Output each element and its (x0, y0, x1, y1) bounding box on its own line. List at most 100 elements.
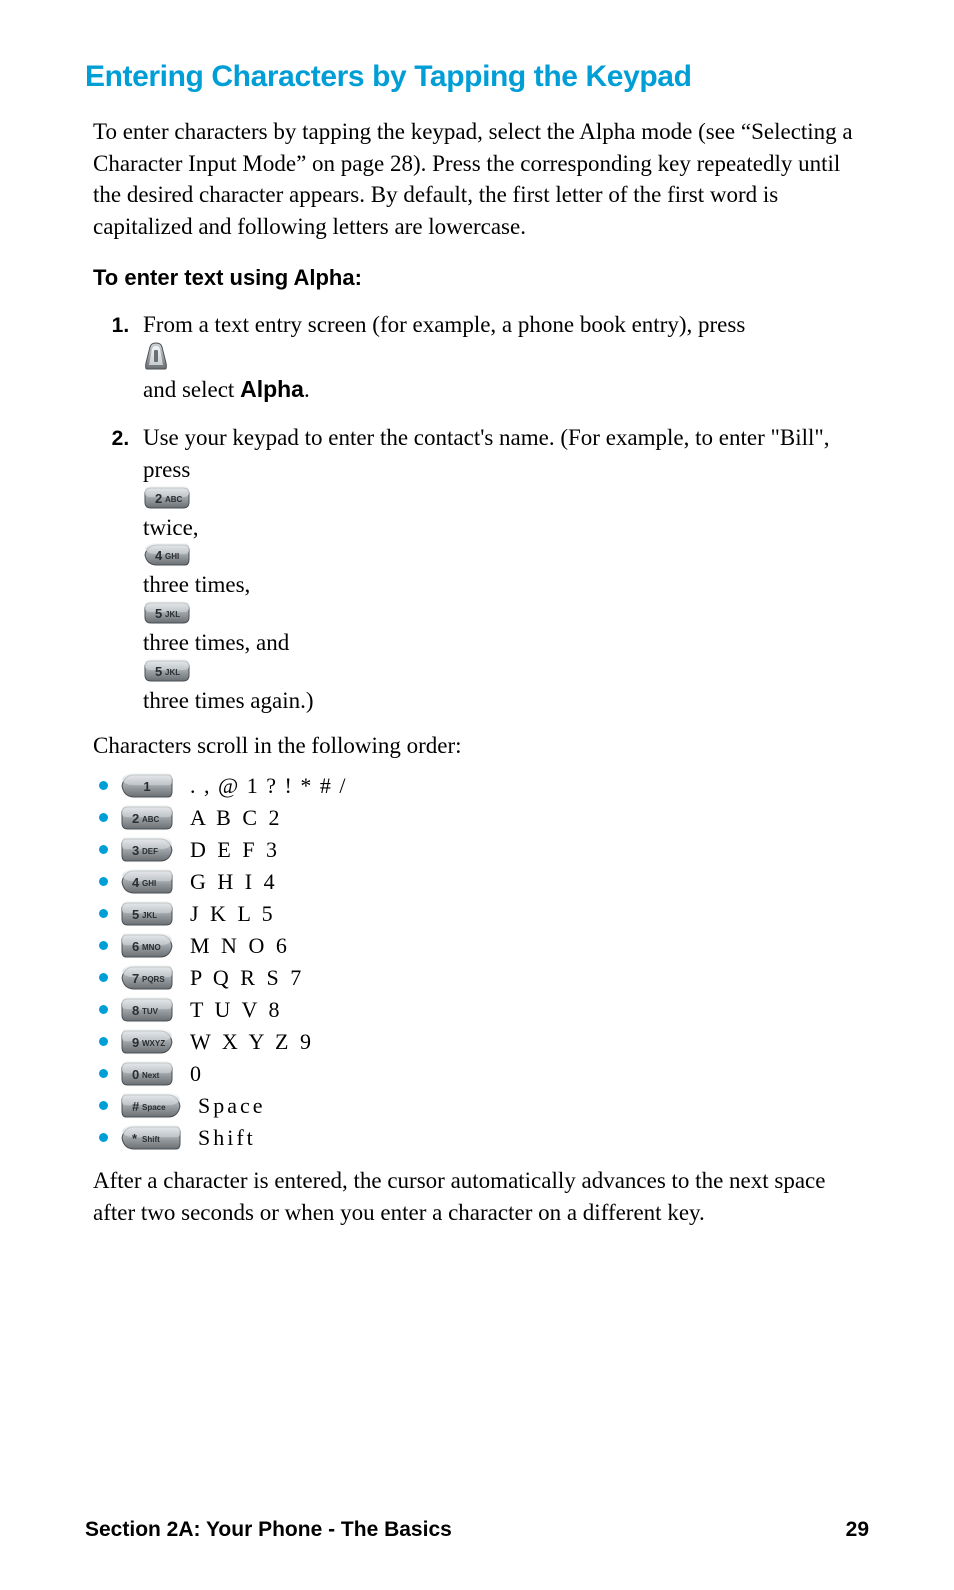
svg-text:5: 5 (155, 664, 162, 679)
step-2: Use your keypad to enter the contact's n… (135, 422, 869, 719)
keypad-key-icon: # Space (120, 1093, 182, 1119)
closing-paragraph: After a character is entered, the cursor… (93, 1165, 869, 1228)
svg-text:1: 1 (143, 779, 150, 794)
key-row: 0 Next 0 (93, 1061, 869, 1087)
svg-text:ABC: ABC (142, 815, 160, 824)
step-1-text-c: . (304, 377, 310, 402)
step-2-text-e: three times again.) (143, 688, 314, 713)
bullet-icon (99, 973, 108, 982)
key-characters: 0 (190, 1061, 204, 1087)
key-characters: A B C 2 (190, 805, 283, 831)
step-1: From a text entry screen (for example, a… (135, 309, 869, 408)
section-heading: Entering Characters by Tapping the Keypa… (85, 60, 869, 94)
svg-text:JKL: JKL (165, 668, 180, 677)
scroll-order-intro: Characters scroll in the following order… (93, 733, 869, 759)
bullet-icon (99, 813, 108, 822)
svg-text:4: 4 (155, 548, 163, 563)
page-footer: Section 2A: Your Phone - The Basics 29 (0, 1518, 954, 1542)
key-characters: M N O 6 (190, 933, 290, 959)
key-characters: D E F 3 (190, 837, 280, 863)
svg-text:8: 8 (132, 1003, 139, 1018)
keypad-key-icon: 4 GHI (120, 869, 174, 895)
bullet-icon (99, 1005, 108, 1014)
key-row: 1 . , @ 1 ? ! * # / (93, 773, 869, 799)
subheading: To enter text using Alpha: (93, 265, 869, 291)
svg-text:Next: Next (142, 1071, 160, 1080)
intro-paragraph: To enter characters by tapping the keypa… (93, 116, 869, 243)
svg-text:ABC: ABC (165, 495, 183, 504)
svg-text:2: 2 (132, 811, 139, 826)
svg-text:3: 3 (132, 843, 139, 858)
svg-text:JKL: JKL (142, 911, 157, 920)
keypad-key-icon: 8 TUV (120, 997, 174, 1023)
footer-page-number: 29 (846, 1518, 869, 1542)
svg-text:7: 7 (132, 971, 139, 986)
instruction-steps: From a text entry screen (for example, a… (93, 309, 869, 719)
bullet-icon (99, 1037, 108, 1046)
keypad-key-icon: 5 JKL (120, 901, 174, 927)
step-2-text-a: Use your keypad to enter the contact's n… (143, 425, 830, 482)
key-row: 7 PQRS P Q R S 7 (93, 965, 869, 991)
key-row: 6 MNO M N O 6 (93, 933, 869, 959)
svg-text:GHI: GHI (142, 879, 156, 888)
alpha-label: Alpha (240, 376, 304, 402)
keypad-key-icon: 0 Next (120, 1061, 174, 1087)
key-4ghi-icon: 4 GHI (143, 543, 869, 567)
bullet-icon (99, 845, 108, 854)
svg-text:TUV: TUV (142, 1007, 159, 1016)
step-2-text-c: three times, (143, 572, 250, 597)
key-row: 3 DEF D E F 3 (93, 837, 869, 863)
svg-text:4: 4 (132, 875, 140, 890)
keypad-key-icon: 3 DEF (120, 837, 174, 863)
key-row: 2 ABC A B C 2 (93, 805, 869, 831)
bullet-icon (99, 941, 108, 950)
svg-text:#: # (132, 1099, 140, 1114)
svg-text:MNO: MNO (142, 943, 161, 952)
bullet-icon (99, 781, 108, 790)
bullet-icon (99, 909, 108, 918)
key-characters: P Q R S 7 (190, 965, 304, 991)
bullet-icon (99, 877, 108, 886)
svg-text:0: 0 (132, 1067, 139, 1082)
key-row: 4 GHI G H I 4 (93, 869, 869, 895)
svg-text:5: 5 (132, 907, 139, 922)
menu-softkey-icon (143, 341, 869, 371)
step-2-text-b: twice, (143, 515, 199, 540)
manual-page: Entering Characters by Tapping the Keypa… (0, 0, 954, 1228)
key-characters: Shift (198, 1125, 256, 1151)
svg-text:9: 9 (132, 1035, 139, 1050)
key-5jkl-icon: 5 JKL (143, 601, 869, 625)
keypad-key-icon: 6 MNO (120, 933, 174, 959)
key-characters: W X Y Z 9 (190, 1029, 314, 1055)
key-row: 9 WXYZ W X Y Z 9 (93, 1029, 869, 1055)
key-row: 5 JKL J K L 5 (93, 901, 869, 927)
bullet-icon (99, 1069, 108, 1078)
step-1-text-a: From a text entry screen (for example, a… (143, 312, 745, 337)
key-row: * Shift Shift (93, 1125, 869, 1151)
step-2-text-d: three times, and (143, 630, 289, 655)
keypad-key-icon: 1 (120, 773, 174, 799)
svg-text:JKL: JKL (165, 610, 180, 619)
keypad-key-icon: 2 ABC (120, 805, 174, 831)
keypad-key-icon: 9 WXYZ (120, 1029, 174, 1055)
footer-section-label: Section 2A: Your Phone - The Basics (85, 1518, 452, 1542)
key-row: 8 TUV T U V 8 (93, 997, 869, 1023)
svg-text:WXYZ: WXYZ (142, 1039, 165, 1048)
keypad-key-icon: 7 PQRS (120, 965, 174, 991)
svg-text:PQRS: PQRS (142, 975, 165, 984)
key-characters: . , @ 1 ? ! * # / (190, 773, 347, 799)
svg-text:2: 2 (155, 491, 162, 506)
key-row: # Space Space (93, 1093, 869, 1119)
svg-text:Shift: Shift (142, 1135, 160, 1144)
key-characters: G H I 4 (190, 869, 278, 895)
key-2abc-icon: 2 ABC (143, 486, 869, 510)
key-5jkl-icon-2: 5 JKL (143, 659, 869, 683)
svg-text:GHI: GHI (165, 552, 179, 561)
bullet-icon (99, 1133, 108, 1142)
step-1-text-b: and select (143, 377, 240, 402)
svg-text:6: 6 (132, 939, 139, 954)
svg-text:DEF: DEF (142, 847, 158, 856)
key-character-list: 1 . , @ 1 ? ! * # / 2 ABC A B C 2 3 DEF … (93, 773, 869, 1151)
bullet-icon (99, 1101, 108, 1110)
key-characters: J K L 5 (190, 901, 276, 927)
